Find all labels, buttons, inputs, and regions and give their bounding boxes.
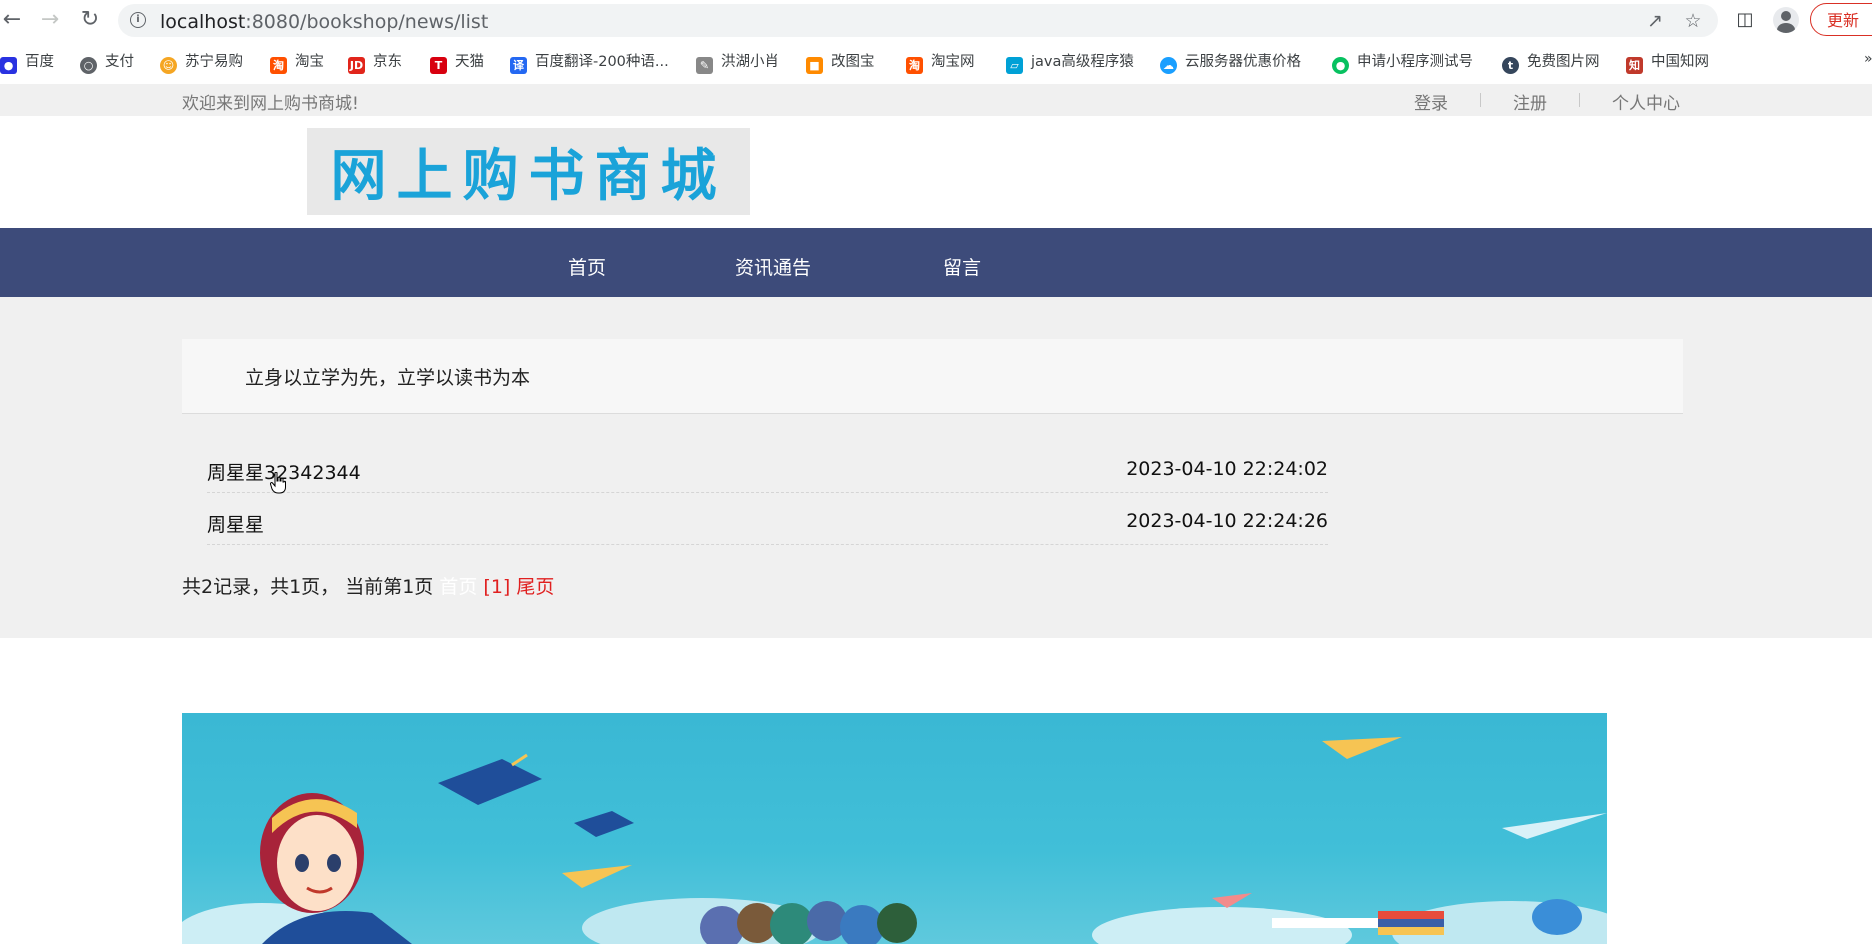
- bookmark-label: 淘宝网: [931, 54, 975, 70]
- register-link[interactable]: 注册: [1513, 89, 1547, 114]
- login-link[interactable]: 登录: [1414, 89, 1448, 114]
- reload-icon[interactable]: ↻: [78, 8, 102, 32]
- news-row[interactable]: 周星星32342344 2023-04-10 22:24:02: [207, 441, 1328, 493]
- cloud-icon: ☁: [1160, 57, 1177, 74]
- address-bar[interactable]: i localhost:8080/bookshop/news/list ↗ ☆: [118, 4, 1718, 37]
- forward-arrow-icon[interactable]: →: [38, 8, 62, 32]
- bookmark-tmall[interactable]: T 天猫: [430, 51, 484, 74]
- bookmark-taobao[interactable]: 淘淘宝: [270, 51, 324, 74]
- wechat-icon: ●: [1332, 57, 1349, 74]
- pager-summary: 共2记录，共1页， 当前第1页: [182, 576, 434, 598]
- nav-news[interactable]: 资讯通告: [735, 228, 811, 297]
- bilibili-icon: ▱: [1006, 57, 1023, 74]
- tmall-icon: T: [430, 57, 447, 74]
- bookmark-java[interactable]: ▱ java高级程序猿: [1006, 51, 1134, 74]
- news-date: 2023-04-10 22:24:26: [1126, 510, 1328, 532]
- site-logo[interactable]: 网上购书商城: [307, 128, 750, 215]
- gaitubao-icon: ■: [806, 57, 823, 74]
- bookmark-label: java高级程序猿: [1031, 54, 1134, 70]
- share-icon[interactable]: ↗: [1644, 10, 1666, 32]
- banner-illustration: [182, 737, 1607, 944]
- bookmark-label: 淘宝: [295, 54, 324, 70]
- bookmark-miniapp[interactable]: ● 申请小程序测试号: [1332, 51, 1473, 74]
- tumblr-icon: t: [1502, 57, 1519, 74]
- bookmark-label: 中国知网: [1651, 54, 1709, 70]
- pager-last-link[interactable]: 尾页: [516, 576, 554, 598]
- welcome-bar: 欢迎来到网上购书商城! 登录 注册 个人中心: [0, 84, 1872, 116]
- cnki-icon: 知: [1626, 57, 1643, 74]
- update-button[interactable]: 更新: [1810, 3, 1872, 36]
- bookmark-label: 申请小程序测试号: [1357, 54, 1473, 70]
- bookmark-label: 京东: [373, 54, 402, 70]
- bookmark-label: 天猫: [455, 54, 484, 70]
- back-arrow-icon[interactable]: ←: [0, 8, 24, 32]
- logo-text: 网上购书商城: [330, 144, 727, 209]
- taobao-icon: 淘: [906, 57, 923, 74]
- taobao-icon: 淘: [270, 57, 287, 74]
- bookmark-label: 洪湖小肖: [721, 54, 779, 70]
- bookmark-cloud[interactable]: ☁ 云服务器优惠价格: [1160, 51, 1301, 74]
- pager-first-link[interactable]: 首页: [439, 576, 477, 598]
- pager-page-link[interactable]: [1]: [483, 576, 510, 598]
- bookmark-label: 百度翻译-200种语...: [535, 54, 669, 70]
- bookmark-zhifu[interactable]: ○ 支付: [80, 51, 134, 74]
- address-url[interactable]: localhost:8080/bookshop/news/list: [160, 11, 488, 33]
- divider: [1480, 93, 1481, 107]
- bookmark-free-images[interactable]: t 免费图片网: [1502, 51, 1600, 74]
- bookmark-label: 支付: [105, 54, 134, 70]
- hand-cursor-icon: [270, 472, 286, 494]
- news-title[interactable]: 周星星: [207, 510, 264, 537]
- bookmark-taobaowang[interactable]: 淘淘宝网: [906, 51, 975, 74]
- bookmark-cnki[interactable]: 知中国知网: [1626, 51, 1709, 74]
- translate-icon: 译: [510, 57, 527, 74]
- globe-icon: ○: [80, 57, 97, 74]
- bookmark-label: 改图宝: [831, 54, 875, 70]
- browser-toolbar: ← → ↻ i localhost:8080/bookshop/news/lis…: [0, 0, 1872, 41]
- site-info-icon[interactable]: i: [130, 12, 146, 28]
- bookmark-baidu[interactable]: ● 百度: [0, 51, 54, 74]
- bookmark-jd[interactable]: JD 京东: [348, 51, 402, 74]
- bookmark-icon: ✎: [696, 57, 713, 74]
- bookmarks-bar: ● 百度 ○ 支付 ☺ 苏宁易购 淘淘宝 JD 京东 T 天猫 译百度翻译-200种语..…: [0, 45, 1872, 79]
- welcome-text: 欢迎来到网上购书商城!: [182, 94, 359, 114]
- divider: [1579, 93, 1580, 107]
- motto-box: 立身以立学为先，立学以读书为本: [182, 339, 1683, 414]
- news-row[interactable]: 周星星 2023-04-10 22:24:26: [207, 493, 1328, 545]
- bookmark-label: 云服务器优惠价格: [1185, 54, 1301, 70]
- suning-icon: ☺: [160, 57, 177, 74]
- nav-home[interactable]: 首页: [568, 228, 606, 297]
- nav-message[interactable]: 留言: [943, 228, 981, 297]
- bookmark-label: 百度: [25, 54, 54, 70]
- motto-text: 立身以立学为先，立学以读书为本: [245, 367, 531, 389]
- bookmark-label: 免费图片网: [1527, 54, 1600, 70]
- banner-image: [182, 713, 1607, 944]
- profile-avatar-icon[interactable]: [1773, 7, 1799, 33]
- pagination: 共2记录，共1页， 当前第1页 首页 [1] 尾页: [182, 572, 554, 599]
- bookmark-label: 苏宁易购: [185, 54, 243, 70]
- bookmark-suning[interactable]: ☺ 苏宁易购: [160, 51, 243, 74]
- side-panel-icon[interactable]: ◫: [1734, 9, 1756, 31]
- baidu-paw-icon: ●: [0, 57, 17, 74]
- news-date: 2023-04-10 22:24:02: [1126, 458, 1328, 480]
- main-nav: 首页 资讯通告 留言: [0, 228, 1872, 297]
- bookmark-honghu[interactable]: ✎ 洪湖小肖: [696, 51, 779, 74]
- bookmark-baidu-translate[interactable]: 译百度翻译-200种语...: [510, 51, 669, 74]
- jd-icon: JD: [348, 57, 365, 74]
- more-bookmarks-icon[interactable]: »: [1864, 51, 1872, 67]
- url-host: localhost: [160, 11, 246, 33]
- url-path: :8080/bookshop/news/list: [245, 11, 489, 33]
- bookmark-gaitubao[interactable]: ■ 改图宝: [806, 51, 875, 74]
- star-bookmark-icon[interactable]: ☆: [1682, 10, 1704, 32]
- profile-link[interactable]: 个人中心: [1612, 89, 1680, 114]
